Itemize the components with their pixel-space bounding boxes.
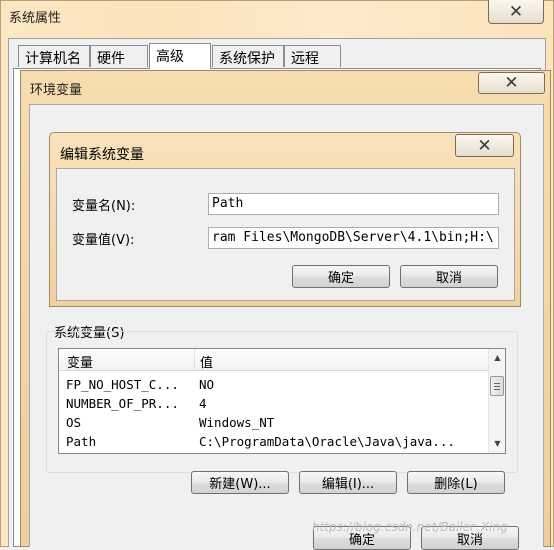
- variable-value-label: 变量值(V):: [72, 233, 135, 248]
- system-properties-close-button[interactable]: ✕: [488, 0, 544, 24]
- edit-dialog-close-button[interactable]: ✕: [455, 134, 514, 157]
- variable-name-label: 变量名(N):: [72, 199, 136, 214]
- variable-value: NO: [199, 377, 215, 392]
- grip-line: [494, 383, 500, 384]
- variable-value: C:\ProgramData\Oracle\Java\java...: [199, 434, 455, 449]
- table-row[interactable]: NUMBER_OF_PR... 4: [59, 394, 489, 413]
- system-variables-list[interactable]: 变量 值 FP_NO_HOST_C... NO NUMBER_OF_PR... …: [58, 348, 506, 454]
- close-icon: ✕: [477, 135, 492, 156]
- scroll-up-icon[interactable]: ▲: [489, 349, 505, 366]
- variable-name: OS: [66, 415, 82, 430]
- watermark: https://blog.csdn.net/Bailer_Xing: [312, 520, 508, 534]
- tab-hardware[interactable]: 硬件: [90, 45, 148, 67]
- variable-name: FP_NO_HOST_C...: [66, 377, 179, 392]
- scroll-thumb[interactable]: [490, 376, 504, 396]
- edit-variable-button[interactable]: 编辑(I)...: [299, 471, 397, 494]
- environment-variables-title: 环境变量: [30, 83, 83, 98]
- variable-value: Windows_NT: [199, 415, 275, 430]
- list-header: 变量 值: [59, 349, 489, 371]
- system-properties-title: 系统属性: [9, 11, 62, 26]
- column-header-value[interactable]: 值: [200, 352, 213, 371]
- delete-variable-button[interactable]: 删除(L): [407, 471, 505, 494]
- tab-system-protection[interactable]: 系统保护: [212, 45, 284, 67]
- edit-ok-button[interactable]: 确定: [292, 265, 390, 288]
- close-icon: ✕: [504, 73, 519, 93]
- column-separator[interactable]: [194, 349, 195, 371]
- variable-name-input[interactable]: Path: [208, 193, 499, 215]
- variable-value-input[interactable]: ram Files\MongoDB\Server\4.1\bin;H:\: [208, 227, 499, 249]
- variable-name: Path: [66, 434, 97, 449]
- column-header-variable[interactable]: 变量: [67, 352, 93, 371]
- tab-advanced[interactable]: 高级: [149, 43, 211, 69]
- edit-cancel-button[interactable]: 取消: [400, 265, 498, 288]
- variable-value: 4: [199, 396, 207, 411]
- table-row[interactable]: FP_NO_HOST_C... NO: [59, 375, 489, 394]
- tab-computer-name[interactable]: 计算机名: [18, 45, 90, 67]
- vertical-scrollbar[interactable]: ▲ ▼: [488, 349, 505, 453]
- grip-line: [494, 389, 500, 390]
- tab-remote[interactable]: 远程: [284, 45, 341, 67]
- edit-system-variable-title: 编辑系统变量: [60, 147, 144, 163]
- new-variable-button[interactable]: 新建(W)...: [191, 471, 289, 494]
- scroll-down-icon[interactable]: ▼: [489, 435, 505, 452]
- grip-line: [494, 386, 500, 387]
- environment-variables-close-button[interactable]: ✕: [478, 72, 545, 94]
- close-icon: ✕: [508, 1, 524, 22]
- table-row[interactable]: OS Windows_NT: [59, 413, 489, 432]
- table-row[interactable]: Path C:\ProgramData\Oracle\Java\java...: [59, 432, 489, 451]
- variable-name: NUMBER_OF_PR...: [66, 396, 179, 411]
